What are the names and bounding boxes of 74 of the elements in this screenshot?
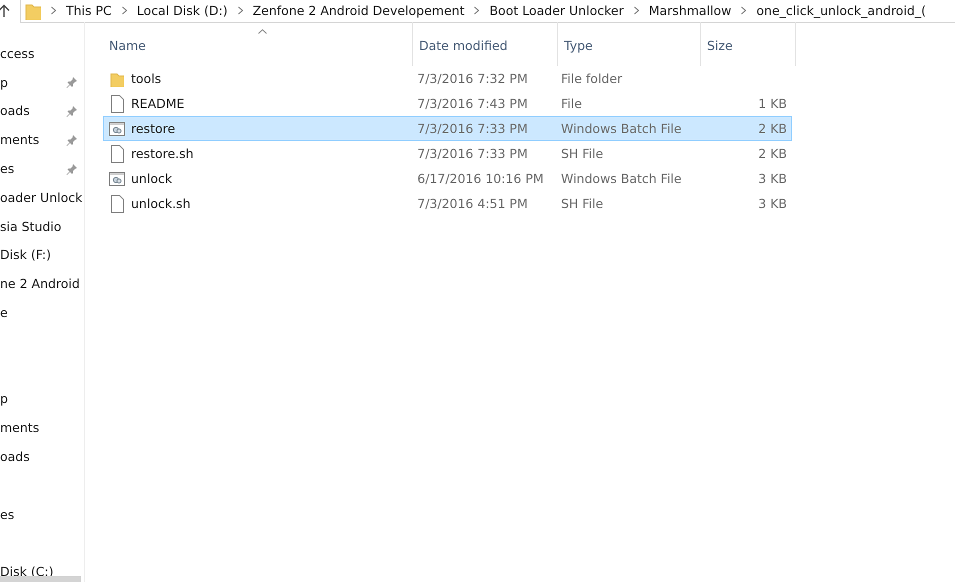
nav-item[interactable]: ccess — [0, 46, 34, 61]
file-type: SH File — [561, 196, 604, 211]
file-name: README — [131, 96, 184, 111]
gear-window-icon — [109, 170, 125, 186]
column-header[interactable]: Date modified — [413, 22, 558, 66]
date-modified: 7/3/2016 4:51 PM — [417, 196, 528, 211]
breadcrumb-separator-icon — [632, 6, 640, 15]
file-type: Windows Batch File — [561, 171, 682, 186]
file-name: tools — [131, 71, 162, 86]
column-header[interactable]: Size — [701, 22, 796, 66]
file-size: 1 KB — [758, 96, 787, 111]
sort-caret-icon — [258, 29, 266, 34]
nav-item[interactable]: e — [0, 305, 8, 320]
date-modified: 7/3/2016 7:32 PM — [417, 71, 528, 86]
column-header[interactable]: Name — [103, 22, 413, 66]
file-icon — [110, 144, 124, 162]
nav-item[interactable]: oads — [0, 449, 30, 464]
file-row[interactable]: unlock.sh 7/3/2016 4:51 PM SH File 3 KB — [103, 191, 792, 216]
breadcrumb-separator-icon — [473, 6, 480, 15]
folder-icon — [25, 2, 41, 20]
scrollbar-thumb[interactable] — [0, 576, 81, 582]
nav-item[interactable]: p — [0, 74, 8, 90]
breadcrumb-item[interactable]: one_click_unlock_android_( — [756, 3, 926, 18]
file-size: 3 KB — [758, 171, 787, 186]
file-name: unlock — [131, 171, 172, 186]
breadcrumb-item[interactable]: Marshmallow — [648, 3, 732, 18]
date-modified: 7/3/2016 7:33 PM — [417, 146, 528, 161]
file-type: File folder — [561, 71, 622, 86]
file-type: File — [561, 96, 582, 111]
file-type: SH File — [561, 146, 604, 161]
up-arrow-icon — [0, 4, 10, 18]
address-bar[interactable]: This PC Local Disk (D:) Zenfone 2 Android Developement Boot Loader Unlocker Marshmallow one_click_unlock_android_( — [20, 0, 955, 22]
breadcrumb-item[interactable]: Zenfone 2 Android Developement — [252, 3, 464, 18]
file-icon — [110, 94, 124, 112]
nav-item[interactable]: Disk (F:) — [0, 247, 52, 262]
file-row[interactable]: restore.sh 7/3/2016 7:33 PM SH File 2 KB — [103, 141, 792, 166]
file-icon — [110, 194, 124, 212]
column-header[interactable]: Type — [558, 22, 701, 66]
date-modified: 7/3/2016 7:43 PM — [417, 96, 528, 111]
file-name: restore — [131, 121, 176, 136]
file-size: 3 KB — [758, 196, 787, 211]
nav-item[interactable]: ne 2 Android — [0, 276, 80, 292]
nav-item[interactable]: oads — [0, 103, 30, 118]
breadcrumb-item[interactable]: This PC — [66, 3, 112, 18]
date-modified: 6/17/2016 10:16 PM — [417, 171, 544, 186]
folder-icon — [110, 70, 124, 86]
breadcrumb-separator-icon — [50, 6, 57, 15]
file-size: 2 KB — [758, 121, 787, 136]
file-row[interactable]: restore 7/3/2016 7:33 PM Windows Batch File 2 KB — [103, 116, 792, 141]
pin-icon — [66, 134, 78, 146]
file-row[interactable]: tools 7/3/2016 7:32 PM File folder — [103, 66, 792, 91]
nav-item[interactable]: sia Studio — [0, 218, 62, 234]
breadcrumb-separator-icon — [120, 6, 128, 15]
nav-item[interactable]: oader Unlock — [0, 190, 82, 205]
file-row[interactable]: README 7/3/2016 7:43 PM File 1 KB — [103, 91, 792, 116]
breadcrumb-separator-icon — [740, 6, 748, 15]
file-size: 2 KB — [758, 146, 787, 161]
breadcrumb-item[interactable]: Local Disk (D:) — [136, 3, 228, 18]
pin-icon — [66, 104, 78, 117]
nav-item[interactable]: es — [0, 161, 14, 176]
gear-window-icon — [109, 120, 125, 136]
file-type: Windows Batch File — [561, 121, 682, 136]
date-modified: 7/3/2016 7:33 PM — [417, 121, 528, 136]
nav-item[interactable]: es — [0, 506, 14, 522]
file-row[interactable]: unlock 6/17/2016 10:16 PM Windows Batch File 3 KB — [103, 166, 792, 191]
file-name: unlock.sh — [131, 196, 190, 211]
pin-icon — [66, 76, 78, 88]
breadcrumb-separator-icon — [236, 6, 244, 15]
file-name: restore.sh — [131, 146, 194, 161]
pin-icon — [66, 162, 78, 175]
nav-item[interactable]: p — [0, 391, 8, 406]
breadcrumb-item[interactable]: Boot Loader Unlocker — [489, 3, 624, 18]
nav-item[interactable]: ments — [0, 420, 40, 436]
nav-item[interactable]: ments — [0, 132, 40, 148]
